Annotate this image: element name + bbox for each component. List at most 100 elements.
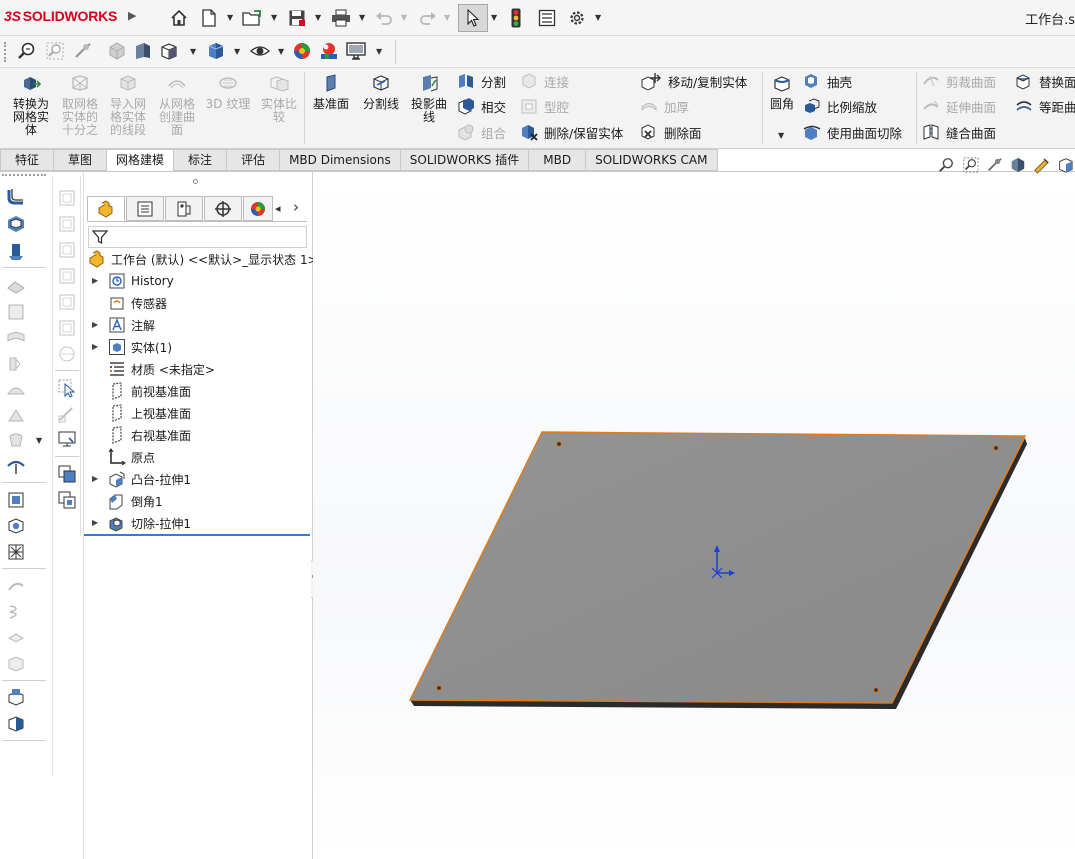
tab-mbd-dimensions[interactable]: MBD Dimensions [280,149,401,171]
split-button[interactable]: 分割 [457,71,506,91]
boundary-tool-icon[interactable] [6,328,26,348]
expand-arrow-icon[interactable]: ▶ [92,474,98,483]
corner-hole[interactable] [993,445,999,451]
options-dropdown-icon[interactable]: ▼ [595,13,601,22]
dynamic-annotation-icon[interactable] [1033,155,1051,175]
convert-to-mesh-body-button[interactable]: 转换为 网格实 体 [8,74,54,137]
surface-cut-button[interactable]: 使用曲面切除 [803,122,902,142]
select-dropdown-icon[interactable]: ▼ [491,13,497,22]
mesh-surface-icon[interactable] [6,654,26,674]
corner-hole[interactable] [556,441,562,447]
wrap-tool-icon[interactable] [6,430,26,450]
save-icon[interactable] [286,7,308,29]
tree-item[interactable]: 前视基准面 [84,380,191,402]
knit-surface-button[interactable]: 缝合曲面 [922,122,996,142]
display-style-dropdown-icon[interactable]: ▼ [234,47,240,56]
open-file-icon[interactable] [241,7,265,29]
tree-item[interactable]: ▶ 注解 [84,314,155,336]
tab-mbd[interactable]: MBD [529,149,587,171]
panel-grip-icon[interactable] [193,179,198,184]
create-surface-from-mesh-button[interactable]: 从网格 创建曲 面 [155,74,199,137]
apply-scene-icon[interactable] [317,40,341,62]
copy-body-outline-icon[interactable] [57,490,77,510]
linear-pattern-tool-icon[interactable] [6,516,26,536]
delete-keep-body-button[interactable]: 删除/保留实体 [520,122,623,142]
rollback-bar[interactable] [84,534,310,536]
redo-icon[interactable] [418,7,438,29]
expand-arrow-icon[interactable]: ▶ [92,342,98,351]
tab-mesh-modeling[interactable]: 网格建模 [107,149,175,171]
intersect-button[interactable]: 相交 [457,96,506,116]
expand-arrow-icon[interactable]: ▶ [92,320,98,329]
section-view-icon[interactable] [106,40,128,62]
expand-arrow-icon[interactable]: ▶ [92,276,98,285]
cube-outline-icon[interactable] [57,188,77,208]
tab-markup[interactable]: 标注 [174,149,228,171]
copy-body-icon[interactable] [57,464,77,484]
fillet-dropdown-icon[interactable]: ▼ [778,131,784,140]
view-orientation-icon[interactable] [1057,155,1075,175]
join-button[interactable]: 连接 [520,71,569,91]
dimxpert-manager-tab[interactable] [204,196,242,221]
undo-icon[interactable] [374,7,394,29]
select-faces-icon[interactable] [57,378,77,398]
tab-evaluate[interactable]: 评估 [227,149,281,171]
tree-item[interactable]: ▶ 切除-拉伸1 [84,512,191,534]
corner-hole[interactable] [436,685,442,691]
fillet-tool-icon[interactable] [6,186,26,206]
move-copy-body-button[interactable]: 移动/复制实体 [640,71,747,91]
cube-outline-icon[interactable] [57,214,77,234]
take-mesh-decimate-button[interactable]: 取网格 实体的 十分之 [58,74,102,137]
new-dropdown-icon[interactable]: ▼ [227,13,233,22]
toolbar-grip-icon[interactable] [4,42,6,62]
print-icon[interactable] [329,7,353,29]
circular-pattern-tool-icon[interactable] [6,542,26,562]
tree-item[interactable]: 右视基准面 [84,424,191,446]
cube-outline-icon[interactable] [57,240,77,260]
zoom-to-fit-icon[interactable] [16,40,38,62]
wrap-dropdown-icon[interactable]: ▼ [36,436,42,445]
tab-scroll-left-icon[interactable]: ◂ [275,202,281,215]
display-mesh-icon[interactable] [57,430,77,450]
zoom-area-icon[interactable] [962,155,980,175]
new-document-icon[interactable] [198,7,220,29]
thicken-button[interactable]: 加厚 [640,96,689,116]
reference-plane-button[interactable]: 基准面 [308,74,354,111]
replace-face-button[interactable]: 替换面 [1015,71,1075,91]
body-compare-button[interactable]: 实体比 较 [257,74,301,124]
sphere-outline-icon[interactable] [57,344,77,364]
combine-button[interactable]: 组合 [457,122,506,142]
view-orientation-dropdown-icon[interactable]: ▼ [190,47,196,56]
split-line-button[interactable]: 分割线 [358,74,404,111]
zoom-area-icon[interactable] [44,40,66,62]
save-dropdown-icon[interactable]: ▼ [315,13,321,22]
strip-grip-icon[interactable] [2,174,46,176]
cube-outline-icon[interactable] [57,292,77,312]
hide-show-items-icon[interactable] [248,40,272,62]
redo-dropdown-icon[interactable]: ▼ [444,13,450,22]
revolve-tool-icon[interactable] [6,354,26,374]
curve-tool-icon[interactable] [6,576,26,596]
corner-hole[interactable] [873,687,879,693]
tree-item[interactable]: 上视基准面 [84,402,191,424]
select-cursor-icon[interactable] [458,4,488,32]
view-orientation-icon[interactable] [158,40,182,62]
property-manager-tab[interactable] [126,196,164,221]
previous-view-icon[interactable] [986,155,1004,175]
view-settings-icon[interactable] [344,40,368,62]
fillet-button[interactable]: 圆角 [766,74,798,111]
scale-button[interactable]: 比例缩放 [803,96,877,116]
tree-root-part[interactable]: 工作台 (默认) <<默认>_显示状态 1> [88,248,318,270]
cube-outline-icon[interactable] [57,266,77,286]
tree-item[interactable]: ▶ 实体(1) [84,336,172,358]
view-settings-dropdown-icon[interactable]: ▼ [376,47,382,56]
edit-mesh-icon[interactable] [57,404,77,424]
zoom-to-fit-icon[interactable] [938,155,956,175]
display-style-icon[interactable] [204,40,228,62]
graphics-area[interactable] [313,172,1075,859]
tree-item[interactable]: 传感器 [84,292,167,314]
undo-dropdown-icon[interactable]: ▼ [401,13,407,22]
instant3d-tool-icon[interactable] [6,687,26,707]
shell-button[interactable]: 抽壳 [803,71,852,91]
helix-tool-icon[interactable] [6,602,26,622]
